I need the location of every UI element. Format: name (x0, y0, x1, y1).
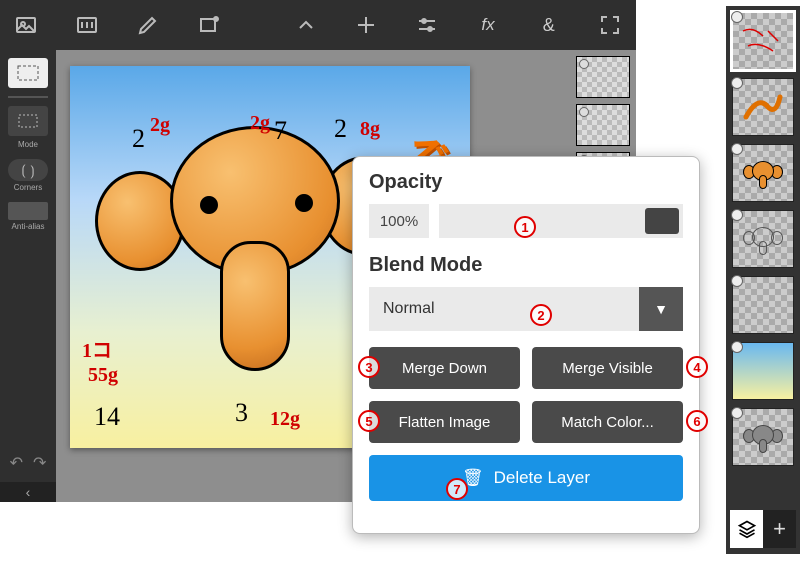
fx-icon[interactable]: fx (476, 11, 501, 39)
canvas-note-black: 2 (132, 124, 145, 154)
text-icon[interactable]: & (536, 11, 561, 39)
layer-options-panel: Opacity 100% Blend Mode Normal ▼ Merge D… (352, 156, 700, 534)
mini-layer-thumb[interactable] (576, 104, 630, 146)
canvas-note-red: 2g (150, 114, 170, 137)
antialias-label: Anti-alias (12, 222, 45, 231)
canvas-note-black: 7 (274, 116, 287, 146)
opacity-slider[interactable] (439, 204, 683, 238)
mode-label: Mode (18, 140, 38, 149)
layers-mode-button[interactable] (730, 510, 763, 548)
annotation-2: 2 (530, 304, 552, 326)
merge-down-button[interactable]: Merge Down (369, 347, 520, 389)
antialias-toggle[interactable] (8, 202, 48, 220)
add-icon[interactable] (354, 11, 379, 39)
canvas-note-red: 2g (250, 112, 270, 135)
layer-thumb-blank[interactable] (732, 276, 794, 334)
annotation-1: 1 (514, 216, 536, 238)
fullscreen-icon[interactable] (597, 11, 622, 39)
mode-tile[interactable] (8, 106, 48, 136)
undo-redo-bar: ↶ ↷ (0, 444, 56, 482)
canvas-note-black: 14 (94, 402, 120, 432)
sliders-icon[interactable] (415, 11, 440, 39)
blendmode-value: Normal (383, 300, 435, 318)
annotation-7: 7 (446, 478, 468, 500)
flatten-image-button[interactable]: Flatten Image (369, 401, 520, 443)
undo-icon[interactable]: ↶ (10, 453, 23, 473)
corners-chip[interactable]: ⟮ ⟯ (8, 159, 48, 181)
mini-layer-thumb[interactable] (576, 56, 630, 98)
layer-thumb-notes[interactable] (732, 12, 794, 70)
redo-icon[interactable]: ↷ (33, 453, 46, 473)
brush-icon[interactable] (136, 11, 161, 39)
top-toolbar: fx & (0, 0, 636, 50)
annotation-4: 4 (686, 356, 708, 378)
annotation-6: 6 (686, 410, 708, 432)
opacity-value: 100% (369, 204, 429, 238)
up-icon[interactable] (293, 11, 318, 39)
delete-layer-button[interactable]: 🗑 Delete Layer (369, 455, 683, 501)
merge-visible-button[interactable]: Merge Visible (532, 347, 683, 389)
crop-icon[interactable] (196, 11, 221, 39)
canvas-note-black: 3 (235, 398, 248, 428)
mini-layer-list (576, 56, 630, 172)
delete-layer-label: Delete Layer (494, 468, 590, 488)
corners-label: Corners (14, 183, 42, 192)
opacity-heading: Opacity (369, 171, 683, 194)
adjust-icon[interactable] (75, 11, 100, 39)
annotation-5: 5 (358, 410, 380, 432)
blendmode-dropdown-icon[interactable]: ▼ (639, 287, 683, 331)
layer-thumb-zo[interactable] (732, 78, 794, 136)
marquee-tool-icon[interactable] (8, 58, 48, 88)
canvas-note-red: 12g (270, 408, 300, 431)
image-icon[interactable] (14, 11, 39, 39)
left-toolbar: Mode ⟮ ⟯ Corners Anti-alias (0, 50, 56, 444)
layer-thumb-outline[interactable] (732, 210, 794, 268)
opacity-slider-knob[interactable] (645, 208, 679, 234)
canvas-note-black: 2 (334, 114, 347, 144)
canvas-note-red: 1コ (82, 334, 112, 363)
canvas-note-red: 8g (360, 118, 380, 141)
layer-thumb-gray[interactable] (732, 408, 794, 466)
canvas-note-red: 55g (88, 364, 118, 387)
layers-panel: + (726, 6, 800, 554)
back-button[interactable]: ‹ (0, 482, 56, 502)
blendmode-select[interactable]: Normal (369, 287, 639, 331)
blendmode-heading: Blend Mode (369, 254, 683, 277)
match-color-button[interactable]: Match Color... (532, 401, 683, 443)
layer-thumb-elephant[interactable] (732, 144, 794, 202)
add-layer-button[interactable]: + (763, 510, 796, 548)
layer-thumb-sky[interactable] (732, 342, 794, 400)
annotation-3: 3 (358, 356, 380, 378)
